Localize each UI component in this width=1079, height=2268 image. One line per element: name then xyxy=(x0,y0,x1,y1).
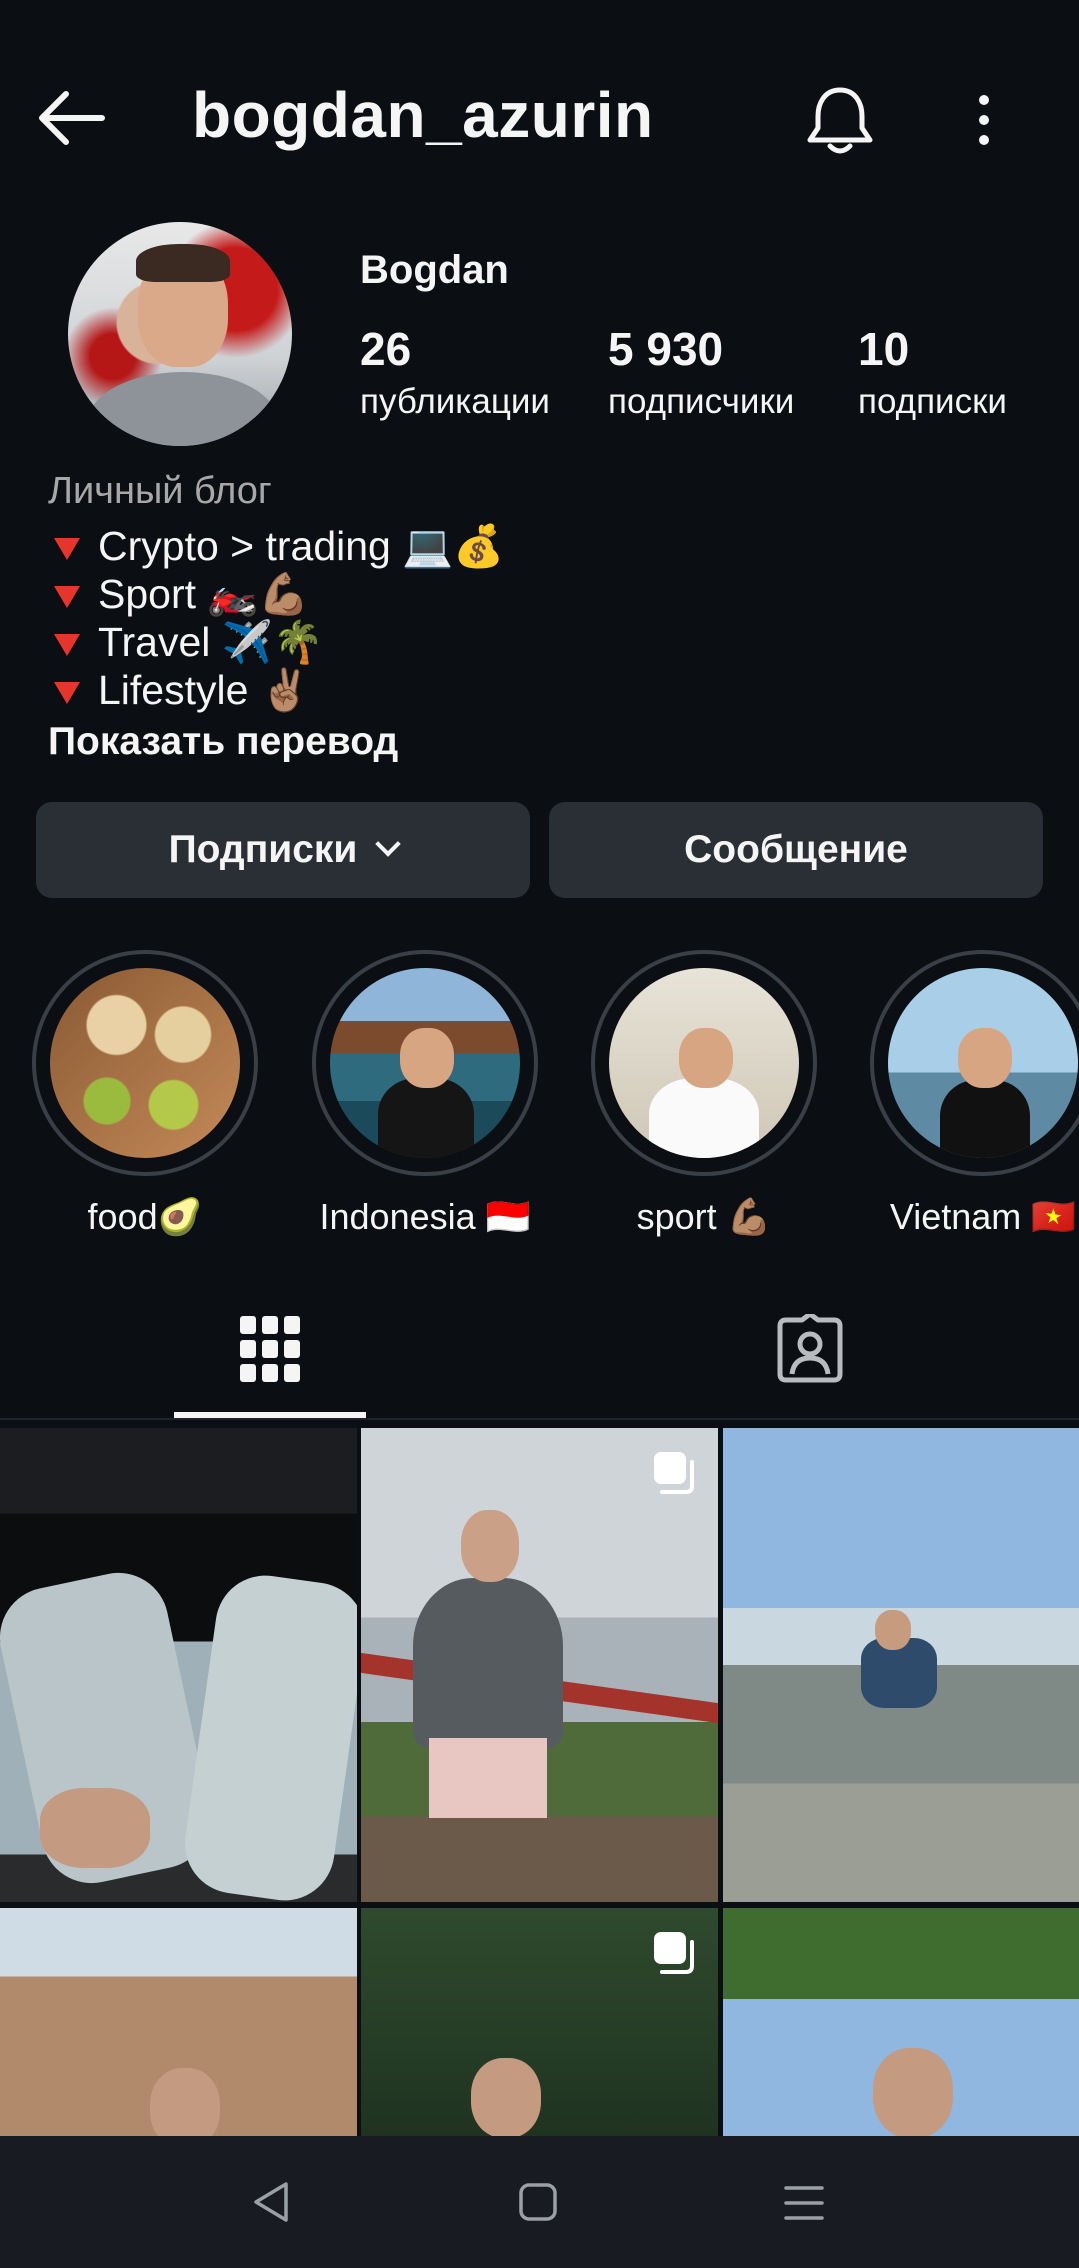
highlight-cover-image xyxy=(50,968,240,1158)
message-button[interactable]: Сообщение xyxy=(549,802,1043,898)
carousel-icon xyxy=(654,1932,694,1974)
highlight-cover-image xyxy=(609,968,799,1158)
following-label: подписки xyxy=(858,382,1007,421)
following-dropdown-button[interactable]: Подписки xyxy=(36,802,530,898)
followers-count: 5 930 xyxy=(608,323,724,375)
tagged-posts-tab-icon[interactable] xyxy=(776,1314,844,1384)
bio-text: Crypto > trading 💻💰 Sport 🏍️💪🏽 Travel ✈️… xyxy=(54,522,504,714)
posts-grid-tab-icon[interactable] xyxy=(240,1316,300,1382)
tab-divider xyxy=(0,1418,1079,1420)
story-highlight-vietnam[interactable]: Vietnam 🇻🇳 xyxy=(870,950,1079,1238)
back-arrow-icon[interactable] xyxy=(36,88,106,148)
message-button-label: Сообщение xyxy=(684,828,908,871)
profile-avatar[interactable] xyxy=(68,222,292,446)
bio-category: Личный блог xyxy=(48,470,272,512)
highlight-cover-image xyxy=(888,968,1078,1158)
story-highlight-food[interactable]: food🥑 xyxy=(32,950,258,1238)
story-highlight-indonesia[interactable]: Indonesia 🇮🇩 xyxy=(312,950,538,1238)
followers-label: подписчики xyxy=(608,382,795,421)
posts-label: публикации xyxy=(360,382,550,421)
bio-line: Travel ✈️🌴 xyxy=(54,618,504,666)
post-thumbnail[interactable] xyxy=(361,1908,718,2136)
profile-username-title: bogdan_azurin xyxy=(192,79,654,151)
following-count-stat[interactable]: 10 подписки xyxy=(858,322,1007,422)
post-thumbnail[interactable] xyxy=(723,1908,1079,2136)
story-highlight-sport[interactable]: sport 💪🏽 xyxy=(591,950,817,1238)
bio-line: Crypto > trading 💻💰 xyxy=(54,522,504,570)
highlight-label: food🥑 xyxy=(87,1196,203,1237)
carousel-icon xyxy=(654,1452,694,1494)
display-name: Bogdan xyxy=(360,248,509,292)
post-thumbnail[interactable] xyxy=(0,1908,357,2136)
more-options-icon[interactable] xyxy=(960,88,1008,152)
system-recents-icon[interactable] xyxy=(782,2184,826,2222)
posts-count-stat[interactable]: 26 публикации xyxy=(360,322,550,422)
highlight-label: Vietnam 🇻🇳 xyxy=(889,1196,1077,1237)
followers-count-stat[interactable]: 5 930 подписчики xyxy=(608,322,794,422)
posts-count: 26 xyxy=(360,323,412,375)
red-triangle-icon xyxy=(54,682,80,705)
show-translation-link[interactable]: Показать перевод xyxy=(48,720,398,764)
post-thumbnail[interactable] xyxy=(0,1428,357,1902)
notification-bell-icon[interactable] xyxy=(800,80,880,160)
following-count: 10 xyxy=(858,323,910,375)
highlight-cover-image xyxy=(330,968,520,1158)
post-thumbnail[interactable] xyxy=(723,1428,1079,1902)
highlight-label: sport 💪🏽 xyxy=(636,1196,772,1237)
chevron-down-icon xyxy=(375,831,402,857)
system-home-icon[interactable] xyxy=(518,2182,558,2222)
red-triangle-icon xyxy=(54,538,80,561)
red-triangle-icon xyxy=(54,586,80,609)
bio-line: Lifestyle ✌🏽 xyxy=(54,666,504,714)
following-button-label: Подписки xyxy=(168,828,358,871)
red-triangle-icon xyxy=(54,634,80,657)
system-back-icon[interactable] xyxy=(250,2180,290,2224)
highlight-label: Indonesia 🇮🇩 xyxy=(319,1196,531,1237)
post-thumbnail[interactable] xyxy=(361,1428,718,1902)
bio-line: Sport 🏍️💪🏽 xyxy=(54,570,504,618)
